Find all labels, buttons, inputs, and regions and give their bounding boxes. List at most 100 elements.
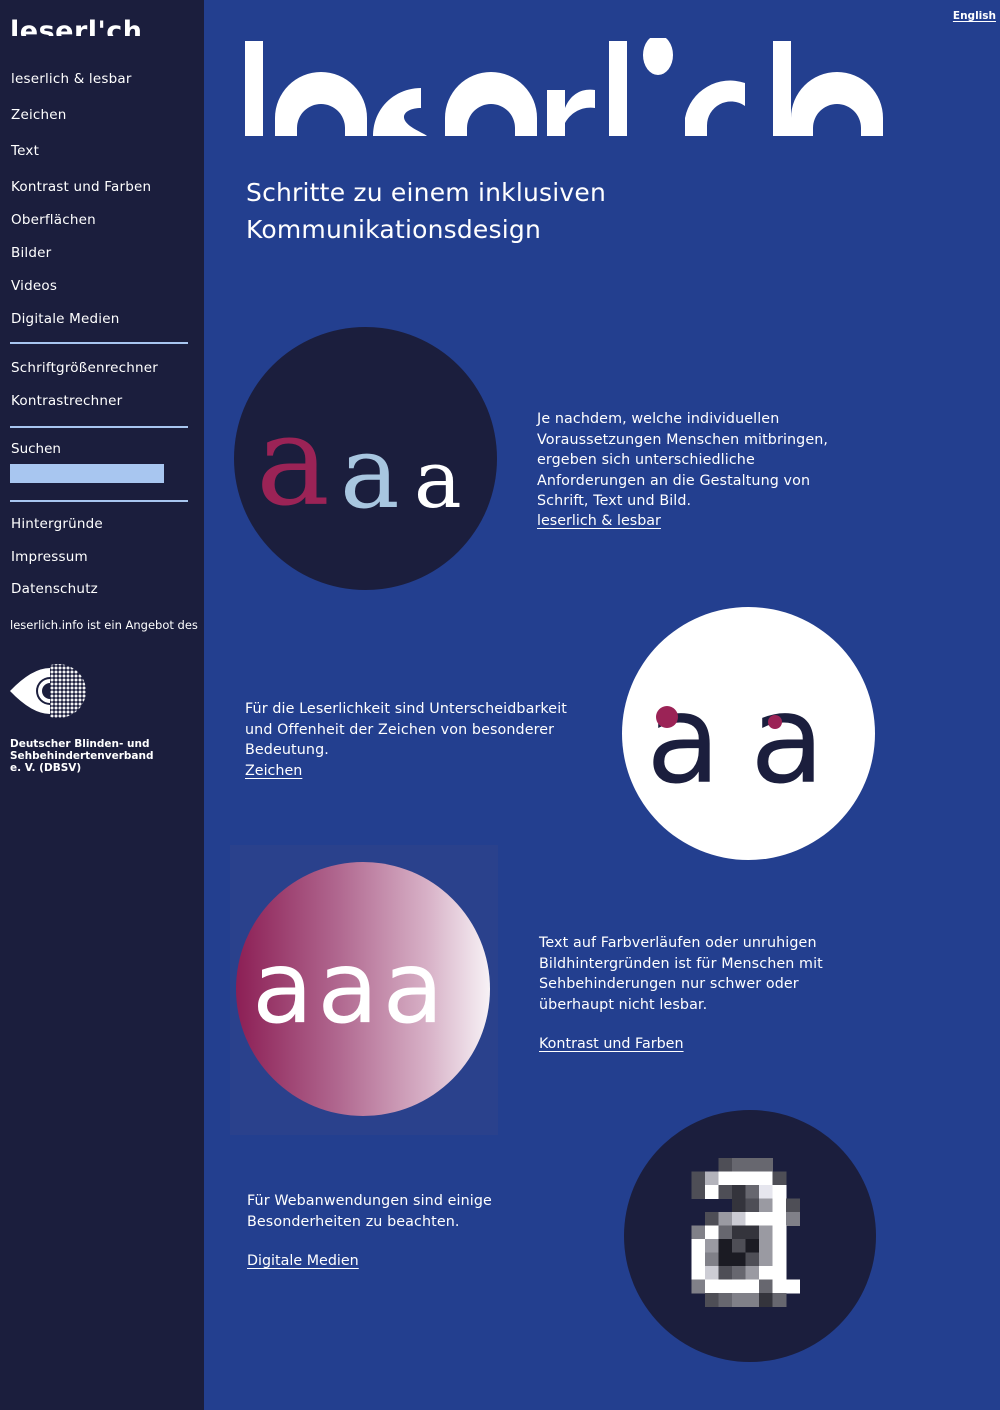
nav-kontrastrechner[interactable]: Kontrastrechner (11, 393, 122, 409)
pixel (732, 1279, 746, 1294)
pixel (745, 1239, 760, 1253)
pixel (705, 1171, 719, 1186)
dbsv-name: Deutscher Blinden- und Sehbehindertenver… (10, 738, 154, 774)
pixel (745, 1158, 760, 1172)
aa-distinguishability-illustration: a a (622, 607, 875, 860)
marker-dot (768, 715, 782, 729)
pixel (718, 1293, 733, 1307)
nav-digitale-medien[interactable]: Digitale Medien (11, 311, 120, 327)
nav-bilder[interactable]: Bilder (11, 245, 51, 261)
pixel (745, 1225, 760, 1240)
nav-hintergruende[interactable]: Hintergründe (11, 516, 103, 532)
search-label: Suchen (11, 441, 61, 457)
pixel (759, 1185, 773, 1199)
pixel (772, 1212, 787, 1226)
pixel (705, 1266, 719, 1280)
search-input[interactable] (10, 464, 164, 483)
sidebar-divider (10, 500, 188, 502)
nav-videos[interactable]: Videos (11, 278, 57, 294)
pixel (745, 1279, 760, 1294)
pixel (705, 1252, 719, 1267)
page-tagline: Schritte zu einem inklusiven Kommunikati… (246, 178, 607, 244)
pixel (718, 1185, 733, 1199)
glyph-a-dark: a (646, 669, 721, 811)
pixelated-a-illustration (624, 1110, 876, 1362)
sidebar: leserl'ch leserlich & lesbar Zeichen Tex… (0, 0, 204, 1410)
pixel (759, 1225, 773, 1240)
pixel (718, 1279, 733, 1294)
nav-oberflaechen[interactable]: Oberflächen (11, 212, 96, 228)
pixel (732, 1212, 746, 1226)
pixel (718, 1171, 733, 1186)
pixel (705, 1225, 719, 1240)
pixel (691, 1185, 706, 1199)
pixel (772, 1198, 787, 1213)
pixel (772, 1239, 787, 1253)
site-logo-link[interactable]: leserl'ch (10, 14, 140, 36)
pixel (745, 1252, 760, 1267)
pixel (759, 1293, 773, 1307)
pixel (705, 1212, 719, 1226)
pixel (745, 1212, 760, 1226)
dbsv-logo-link[interactable] (10, 662, 90, 722)
language-switch-link[interactable]: English (953, 10, 996, 22)
pixel (772, 1279, 787, 1294)
pixel (772, 1293, 787, 1307)
pixel (732, 1266, 746, 1280)
link-leserlich-lesbar[interactable]: leserlich & lesbar (537, 513, 661, 529)
pixel (772, 1225, 787, 1240)
pixel (745, 1266, 760, 1280)
pixel (732, 1171, 746, 1186)
pixel (732, 1225, 746, 1240)
pixel (772, 1185, 787, 1199)
glyph-a-white: a (414, 433, 462, 526)
glyph-a-berry: a (256, 390, 330, 534)
pixel (691, 1225, 706, 1240)
pixel (732, 1293, 746, 1307)
pixel (732, 1198, 746, 1213)
pixel (786, 1212, 800, 1226)
pixel (772, 1252, 787, 1267)
pixel (718, 1266, 733, 1280)
glyph-a-lightblue: a (340, 414, 400, 531)
aaa-gradient-illustration: aaa (236, 862, 490, 1116)
pixel (691, 1239, 706, 1253)
section-description: Für die Leserlichkeit sind Unterscheidba… (245, 701, 567, 758)
pixel (691, 1252, 706, 1267)
link-kontrast-farben[interactable]: Kontrast und Farben (539, 1036, 684, 1052)
nav-leserlich-lesbar[interactable]: leserlich & lesbar (11, 71, 132, 87)
pixel (745, 1171, 760, 1186)
pixel (718, 1225, 733, 1240)
section-description: Text auf Farbverläufen oder unruhigen Bi… (539, 935, 823, 1013)
pixel (745, 1293, 760, 1307)
pixel (718, 1252, 733, 1267)
nav-zeichen[interactable]: Zeichen (11, 107, 67, 123)
nav-schriftgroessenrechner[interactable]: Schriftgrößenrechner (11, 360, 158, 376)
pixel (691, 1266, 706, 1280)
credit-text: leserlich.info ist ein Angebot des (10, 618, 198, 632)
pixel (759, 1171, 773, 1186)
section-description: Je nachdem, welche individuellen Vorauss… (537, 411, 829, 509)
nav-text[interactable]: Text (11, 143, 39, 159)
nav-kontrast-farben[interactable]: Kontrast und Farben (11, 179, 151, 195)
site-logo-text: leserl'ch (10, 16, 140, 36)
pixel (759, 1198, 773, 1213)
pixel (732, 1239, 746, 1253)
marker-dot (656, 706, 678, 728)
pixel (772, 1171, 787, 1186)
pixel (786, 1279, 800, 1294)
nav-impressum[interactable]: Impressum (11, 549, 88, 565)
link-digitale-medien[interactable]: Digitale Medien (247, 1253, 359, 1269)
pixel (718, 1239, 733, 1253)
pixel (705, 1239, 719, 1253)
pixel (759, 1212, 773, 1226)
hero-logo (245, 38, 905, 136)
eye-icon (10, 664, 86, 718)
pixel (691, 1171, 706, 1186)
pixel (718, 1212, 733, 1226)
pixel (772, 1266, 787, 1280)
nav-datenschutz[interactable]: Datenschutz (11, 581, 98, 597)
link-zeichen[interactable]: Zeichen (245, 763, 302, 779)
pixel (759, 1279, 773, 1294)
leserlich-wordmark (245, 38, 883, 136)
